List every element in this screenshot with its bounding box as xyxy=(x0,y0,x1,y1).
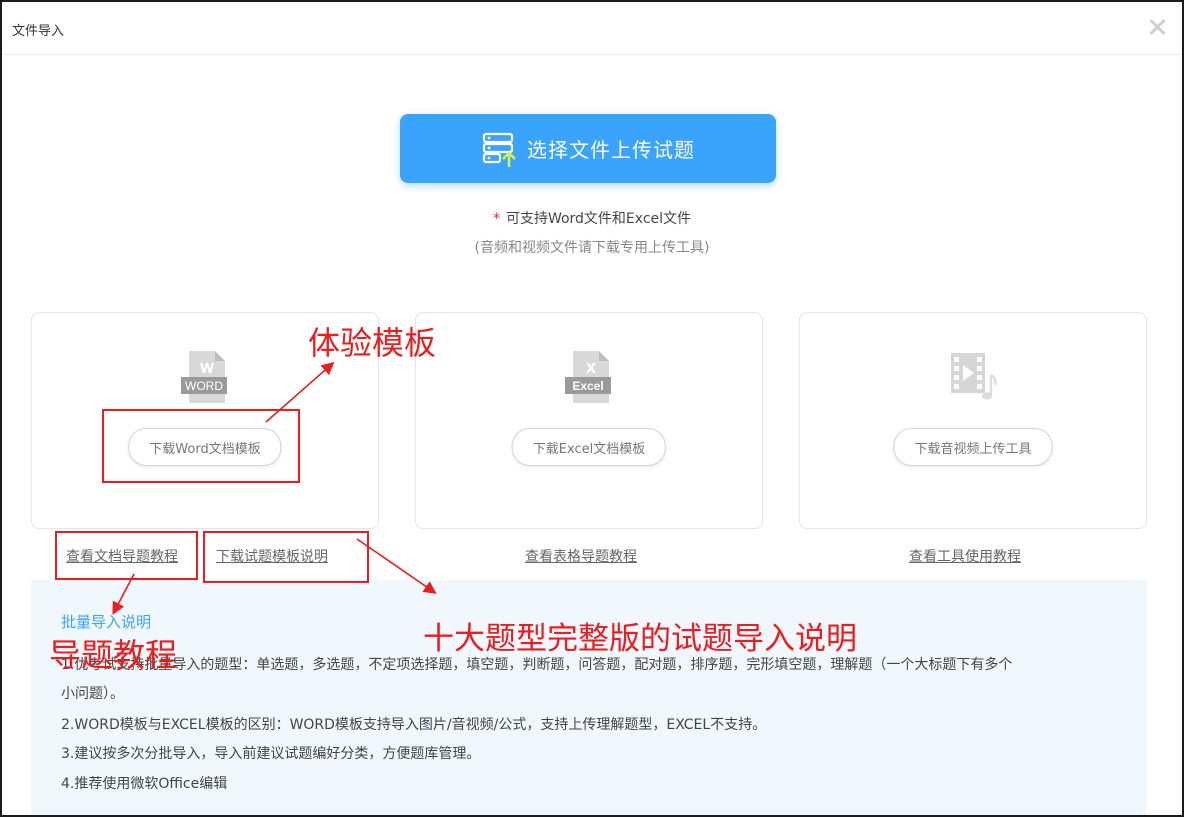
close-icon[interactable] xyxy=(1146,16,1168,38)
excel-file-icon: X Excel xyxy=(565,351,611,403)
required-star: * xyxy=(492,211,500,227)
support-subnote: (音频和视频文件请下载专用上传工具) xyxy=(474,240,710,256)
info-title: 批量导入说明 xyxy=(61,613,152,631)
word-file-icon: W WORD xyxy=(181,351,227,403)
download-excel-template-button[interactable]: 下载Excel文档模板 xyxy=(511,428,667,466)
upload-button-label: 选择文件上传试题 xyxy=(527,138,695,162)
upload-file-button[interactable]: 选择文件上传试题 xyxy=(400,114,776,183)
server-upload-icon xyxy=(482,132,516,167)
annotation-explain-label: 十大题型完整版的试题导入说明 xyxy=(423,621,857,657)
excel-template-card: X Excel 下载Excel文档模板 xyxy=(415,312,763,529)
dialog-header: 文件导入 xyxy=(2,2,1182,55)
svg-text:W: W xyxy=(200,362,214,377)
annotation-tutorial-label: 导题教程 xyxy=(49,636,178,674)
annotation-box-explain xyxy=(203,531,369,583)
excel-icon-text: Excel xyxy=(572,379,603,393)
svg-text:X: X xyxy=(586,362,596,377)
info-item: 4.推荐使用微软Office编辑 xyxy=(61,776,228,792)
support-note: * 可支持Word文件和Excel文件 xyxy=(2,208,1182,228)
tool-tutorial-link[interactable]: 查看工具使用教程 xyxy=(909,546,1021,566)
annotation-box-template xyxy=(102,409,300,483)
excel-tutorial-link[interactable]: 查看表格导题教程 xyxy=(525,546,637,566)
annotation-box-tutorial xyxy=(55,531,198,580)
file-import-dialog: 文件导入 选择文件上传试题 * 可支持Word文件和Excel文件 (音频和视频文… xyxy=(0,0,1184,817)
support-text: 可支持Word文件和Excel文件 xyxy=(505,211,692,227)
info-item: 小问题）。 xyxy=(61,686,124,702)
media-tool-card: 下载音视频上传工具 xyxy=(799,312,1147,529)
dialog-title: 文件导入 xyxy=(12,24,65,39)
video-audio-icon xyxy=(951,353,997,400)
annotation-template-label: 体验模板 xyxy=(308,324,437,362)
info-item: 3.建议按多次分批导入，导入前建议试题编好分类，方便题库管理。 xyxy=(61,746,481,762)
info-item: 2.WORD模板与EXCEL模板的区别：WORD模板支持导入图片/音视频/公式，… xyxy=(61,717,767,733)
download-media-tool-button[interactable]: 下载音视频上传工具 xyxy=(893,428,1053,466)
word-icon-text: WORD xyxy=(185,379,223,393)
